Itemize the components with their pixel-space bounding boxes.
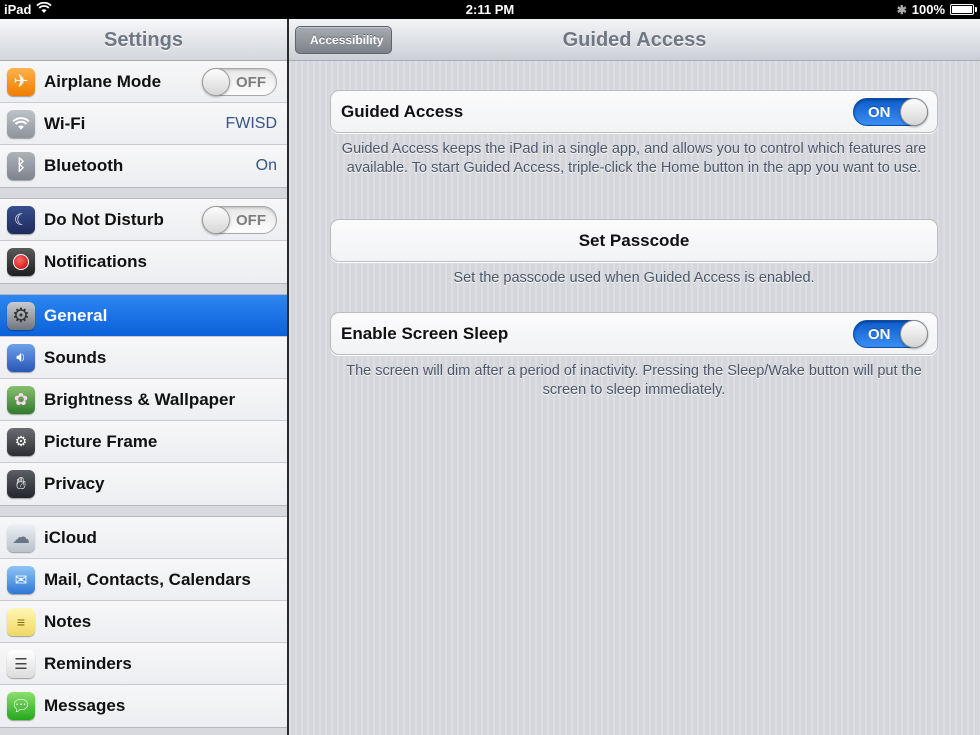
settings-group-device: ⚙ General 🔉︎ Sounds ✿ Brightness & Wallp… (0, 294, 287, 506)
bluetooth-status-icon: ✱ (896, 2, 907, 17)
toggle-state: OFF (236, 73, 266, 91)
toggle-knob (202, 67, 230, 96)
notifications-icon (7, 248, 35, 276)
moon-icon: ☾ (7, 205, 35, 234)
back-button[interactable]: Accessibility (295, 26, 393, 54)
guided-access-toggle[interactable]: ON (853, 97, 928, 126)
settings-item-label: Picture Frame (44, 431, 158, 451)
settings-item-icloud[interactable]: ☁ iCloud (0, 517, 287, 559)
settings-item-label: Notes (44, 611, 92, 631)
settings-item-label: Sounds (44, 347, 107, 367)
notes-icon: ≡ (7, 607, 35, 636)
page-title: Guided Access (562, 29, 707, 51)
settings-item-label: Do Not Disturb (44, 209, 164, 229)
toggle-knob (900, 97, 928, 126)
toggle-state: OFF (236, 211, 266, 229)
flower-icon: ✿ (7, 385, 35, 414)
settings-group-notifications: ☾ Do Not Disturb OFF Notifications (0, 198, 287, 284)
guided-access-detail-panel: Guided Access Accessibility Guided Acces… (289, 19, 980, 735)
screen-sleep-toggle[interactable]: ON (853, 319, 928, 348)
mail-icon: ✉ (7, 565, 35, 594)
settings-item-label: General (44, 305, 108, 325)
settings-item-brightness-wallpaper[interactable]: ✿ Brightness & Wallpaper (0, 379, 287, 421)
back-button-label: Accessibility (310, 33, 384, 47)
settings-item-picture-frame[interactable]: ⚙ Picture Frame (0, 421, 287, 463)
settings-item-label: Wi-Fi (44, 113, 86, 133)
passcode-footnote: Set the passcode used when Guided Access… (453, 270, 815, 286)
airplane-mode-toggle[interactable]: OFF (202, 67, 277, 96)
do-not-disturb-toggle[interactable]: OFF (202, 205, 277, 234)
settings-item-notifications[interactable]: Notifications (0, 241, 287, 283)
settings-item-label: Privacy (44, 474, 105, 493)
battery-percent: 100% (911, 2, 945, 17)
settings-item-notes[interactable]: ≡ Notes (0, 601, 287, 643)
toggle-knob (900, 319, 928, 348)
set-passcode-button[interactable]: Set Passcode (330, 219, 938, 262)
settings-item-sounds[interactable]: 🔉︎ Sounds (0, 337, 287, 379)
toggle-knob (202, 205, 230, 234)
status-bar: iPad 2:11 PM ✱ 100% (0, 0, 980, 19)
settings-item-messages[interactable]: 💬︎ Messages (0, 685, 287, 727)
detail-navigation-bar: Guided Access Accessibility (289, 19, 980, 61)
settings-item-do-not-disturb[interactable]: ☾ Do Not Disturb OFF (0, 199, 287, 241)
settings-item-wifi[interactable]: Wi-Fi FWISD (0, 103, 287, 145)
airplane-icon: ✈ (7, 67, 35, 96)
cloud-icon: ☁ (7, 523, 35, 552)
set-passcode-label: Set Passcode (578, 230, 690, 250)
screen-sleep-footnote: The screen will dim after a period of in… (346, 363, 922, 398)
messages-icon: 💬︎ (7, 692, 35, 720)
guided-access-cell: Guided Access ON (330, 90, 938, 133)
bluetooth-icon: ᛒ (7, 152, 35, 180)
settings-item-label: Bluetooth (44, 156, 124, 175)
wifi-icon (7, 109, 35, 138)
settings-item-reminders[interactable]: ☰ Reminders (0, 643, 287, 685)
settings-item-label: iCloud (44, 527, 97, 547)
bluetooth-value: On (255, 157, 277, 174)
settings-item-label: Brightness & Wallpaper (44, 389, 236, 409)
settings-item-label: Reminders (44, 653, 132, 673)
settings-master-panel: Settings ✈ Airplane Mode OFF Wi-Fi FWISD… (0, 19, 287, 735)
settings-item-airplane-mode[interactable]: ✈ Airplane Mode OFF (0, 61, 287, 103)
guided-access-label: Guided Access (341, 101, 464, 121)
settings-group-connectivity: ✈ Airplane Mode OFF Wi-Fi FWISD ᛒ Blueto… (0, 61, 287, 188)
guided-access-footnote: Guided Access keeps the iPad in a single… (341, 141, 927, 176)
settings-item-mail-contacts-calendars[interactable]: ✉ Mail, Contacts, Calendars (0, 559, 287, 601)
toggle-state: ON (868, 103, 891, 121)
settings-item-privacy[interactable]: ✋︎ Privacy (0, 463, 287, 505)
settings-item-bluetooth[interactable]: ᛒ Bluetooth On (0, 145, 287, 187)
battery-icon (950, 4, 977, 15)
speaker-icon: 🔉︎ (7, 343, 35, 372)
wifi-network-value: FWISD (225, 114, 277, 132)
settings-item-label: Notifications (44, 252, 147, 271)
screen-sleep-label: Enable Screen Sleep (341, 323, 509, 343)
picture-frame-icon: ⚙ (7, 427, 35, 456)
master-title: Settings (0, 19, 287, 61)
settings-group-apps: ☁ iCloud ✉ Mail, Contacts, Calendars ≡ N… (0, 516, 287, 728)
reminders-icon: ☰ (7, 649, 35, 678)
settings-item-label: Mail, Contacts, Calendars (44, 569, 251, 589)
screen-sleep-cell: Enable Screen Sleep ON (330, 312, 938, 355)
settings-item-general[interactable]: ⚙ General (0, 295, 287, 337)
gear-icon: ⚙ (7, 301, 35, 330)
settings-item-label: Airplane Mode (44, 71, 162, 91)
hand-icon: ✋︎ (7, 470, 35, 498)
clock: 2:11 PM (465, 2, 515, 17)
toggle-state: ON (868, 325, 891, 343)
settings-item-label: Messages (44, 696, 126, 715)
